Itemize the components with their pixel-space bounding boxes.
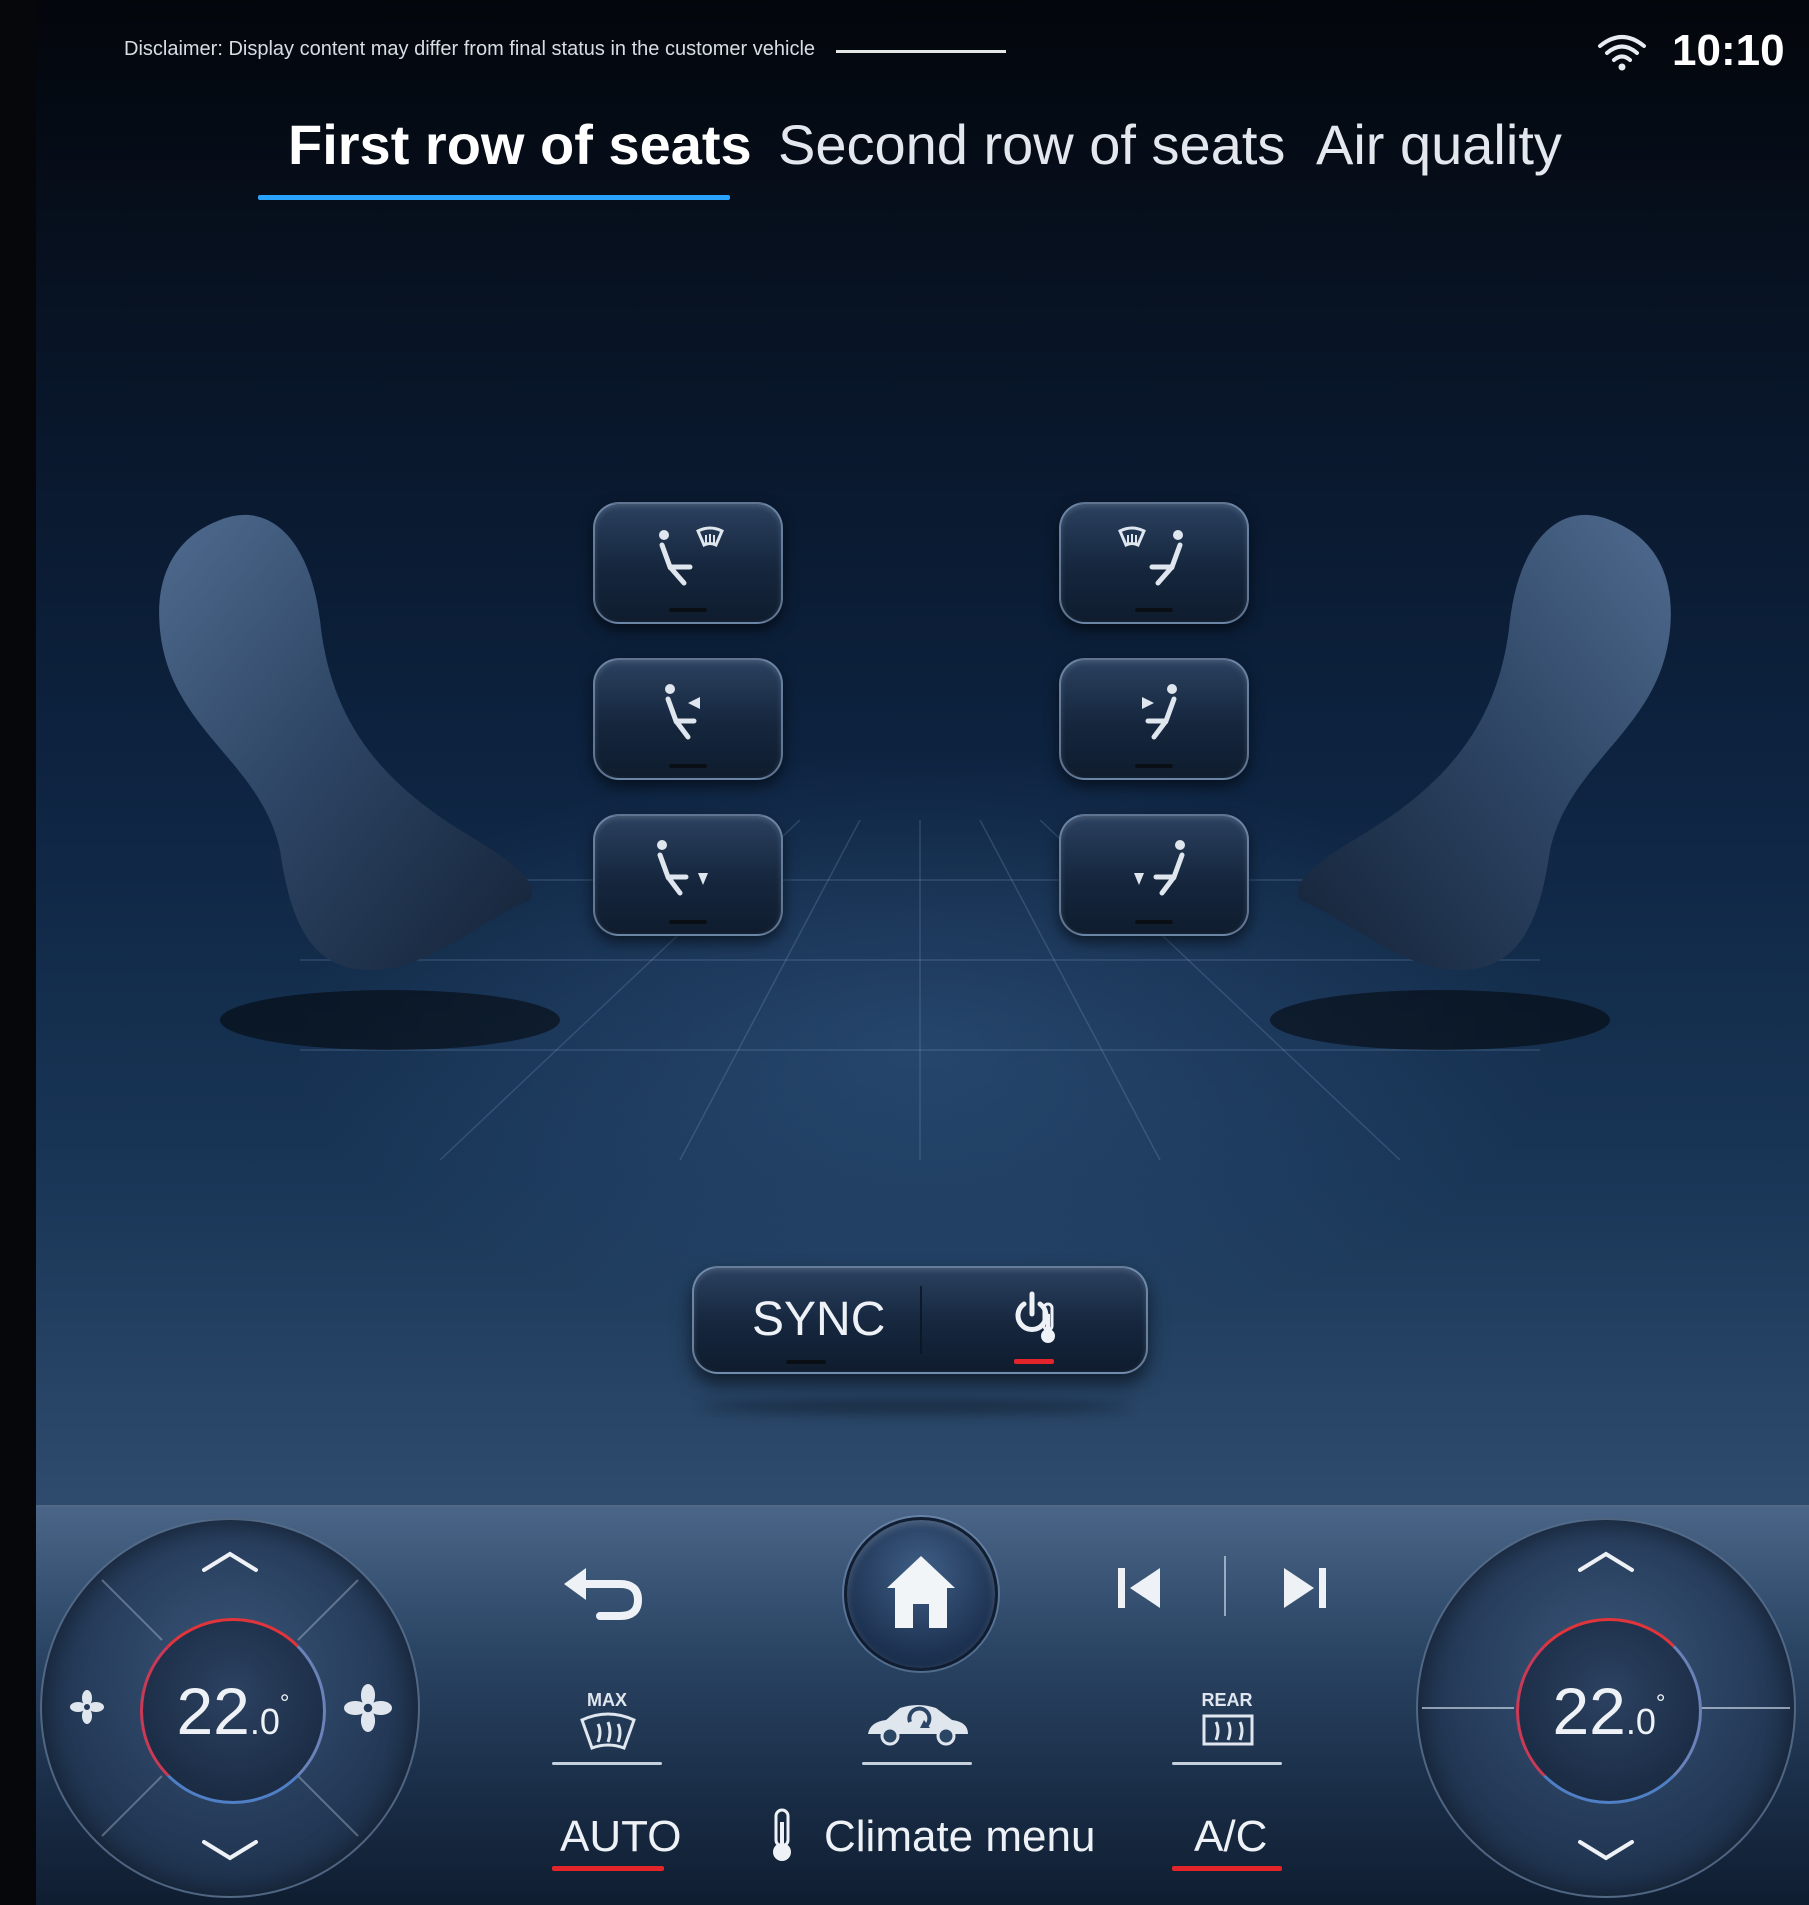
next-track-icon[interactable] (1282, 1566, 1328, 1610)
rear-window-defrost-icon (1202, 1714, 1254, 1746)
left-temperature-knob[interactable]: 22.0° (40, 1518, 420, 1898)
temperature-display: 22.0° (140, 1618, 326, 1804)
auxiliary-heating-icon[interactable] (1010, 1290, 1060, 1346)
right-seat-image (1270, 514, 1671, 1050)
seat-vent-windshield-icon (659, 526, 724, 586)
temperature-display: 22.0° (1516, 1618, 1702, 1804)
fan-low-icon[interactable] (70, 1690, 104, 1724)
climate-menu-button[interactable]: Climate menu (824, 1812, 1095, 1862)
status-led (1135, 764, 1173, 768)
home-icon (887, 1556, 955, 1628)
fan-high-icon[interactable] (344, 1684, 392, 1732)
clock: 10:10 (1672, 26, 1785, 75)
home-button[interactable] (844, 1517, 998, 1671)
right-temperature-value: 22.0° (1552, 1674, 1666, 1748)
seat-vent-windshield-icon (1118, 526, 1183, 586)
car-recirculation-icon (868, 1705, 968, 1746)
windshield-defrost-icon (580, 1712, 636, 1750)
divider (920, 1286, 922, 1354)
status-underline (552, 1762, 662, 1765)
temp-up-arrow-icon[interactable] (200, 1550, 260, 1574)
ac-button[interactable]: A/C (1194, 1812, 1267, 1862)
ac-active-indicator (1172, 1866, 1282, 1871)
right-seat-windshield-vent-button[interactable] (1059, 502, 1249, 624)
right-temperature-knob[interactable]: 22.0° (1416, 1518, 1796, 1898)
status-led (669, 920, 707, 924)
auto-active-indicator (552, 1866, 664, 1871)
left-seat-upper-vent-button[interactable] (593, 658, 783, 780)
status-underline (1172, 1762, 1282, 1765)
sync-status-led (786, 1360, 826, 1364)
previous-track-icon[interactable] (1116, 1566, 1162, 1610)
active-tab-indicator (258, 195, 730, 200)
seat-vent-lower-icon (657, 839, 708, 896)
heater-status-led (1014, 1359, 1054, 1364)
max-label: MAX (587, 1690, 627, 1710)
left-seat-lower-vent-button[interactable] (593, 814, 783, 936)
back-arrow-icon[interactable] (560, 1562, 644, 1622)
right-seat-lower-vent-button[interactable] (1059, 814, 1249, 936)
tab-second-row[interactable]: Second row of seats (778, 112, 1285, 177)
recirculation-button[interactable] (862, 1690, 972, 1766)
sync-button[interactable]: SYNC (752, 1292, 885, 1347)
status-underline (862, 1762, 972, 1765)
seat-vent-upper-icon (665, 683, 700, 740)
disclaimer-text: Disclaimer: Display content may differ f… (124, 38, 816, 60)
right-seat-upper-vent-button[interactable] (1059, 658, 1249, 780)
temp-down-arrow-icon[interactable] (1576, 1838, 1636, 1862)
tab-first-row[interactable]: First row of seats (288, 112, 752, 177)
status-led (1135, 920, 1173, 924)
wifi-icon (1598, 35, 1646, 71)
rear-defrost-button[interactable]: REAR (1172, 1690, 1282, 1766)
status-led (1135, 608, 1173, 612)
divider (1224, 1556, 1226, 1616)
seat-vent-upper-icon (1142, 683, 1177, 740)
left-seat-image (159, 514, 560, 1050)
max-defrost-button[interactable]: MAX (552, 1690, 662, 1766)
tab-air-quality[interactable]: Air quality (1316, 112, 1562, 177)
temp-up-arrow-icon[interactable] (1576, 1550, 1636, 1574)
status-led (669, 608, 707, 612)
left-seat-windshield-vent-button[interactable] (593, 502, 783, 624)
status-led (669, 764, 707, 768)
temp-down-arrow-icon[interactable] (200, 1838, 260, 1862)
sync-heater-panel: SYNC (692, 1266, 1148, 1374)
panel-shadow (700, 1400, 1130, 1414)
auto-button[interactable]: AUTO (560, 1812, 681, 1862)
seat-vent-lower-icon (1134, 839, 1185, 896)
left-temperature-value: 22.0° (176, 1674, 290, 1748)
rear-label: REAR (1201, 1690, 1253, 1710)
thermometer-icon (773, 1808, 791, 1861)
divider (836, 50, 1006, 53)
